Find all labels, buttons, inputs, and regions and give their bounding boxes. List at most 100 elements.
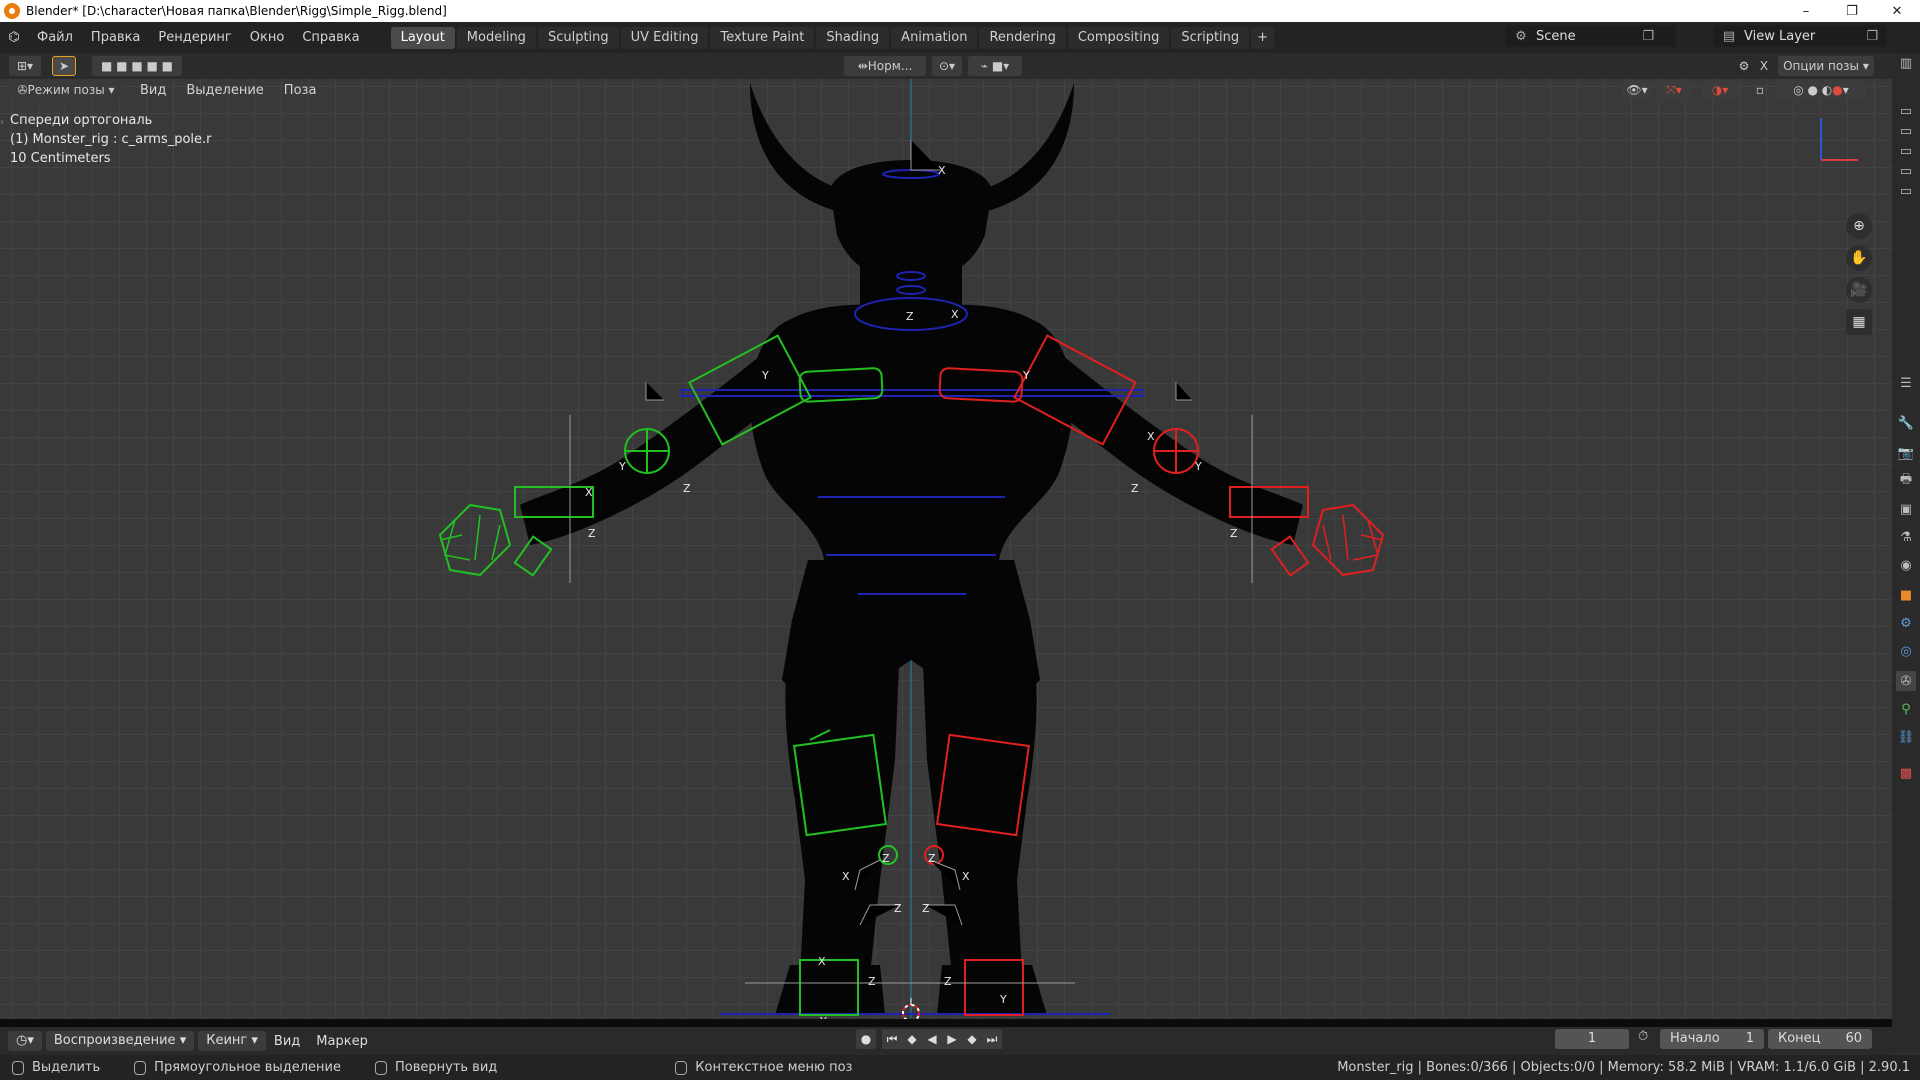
svg-text:X: X bbox=[842, 870, 850, 883]
menu-pose[interactable]: Поза bbox=[274, 83, 327, 98]
toolbar-expand-icon[interactable]: › bbox=[0, 117, 4, 128]
outliner-row-icon[interactable]: ▭ bbox=[1896, 181, 1916, 201]
outliner-row-icon[interactable]: ▭ bbox=[1896, 121, 1916, 141]
x-mirror-toggle[interactable]: X bbox=[1756, 56, 1772, 76]
physics-properties-icon[interactable]: ◎ bbox=[1896, 641, 1916, 661]
current-frame-field[interactable]: 1 bbox=[1555, 1029, 1629, 1049]
outliner-row-icon[interactable]: ▭ bbox=[1896, 161, 1916, 181]
timeline-menu-view[interactable]: Вид bbox=[266, 1034, 308, 1049]
end-frame-field[interactable]: Конец 60 bbox=[1768, 1029, 1872, 1049]
blender-menu-icon[interactable]: ⌬ bbox=[0, 22, 28, 53]
tab-uv-editing[interactable]: UV Editing bbox=[620, 26, 709, 49]
orientation-icon: ⇹ bbox=[857, 59, 868, 73]
visibility-dropdown[interactable]: 👁▾ bbox=[1622, 80, 1652, 100]
svg-text:X: X bbox=[585, 486, 593, 499]
armature-data-icon[interactable]: ✇ bbox=[1896, 671, 1916, 691]
preview-range-icon[interactable]: ⏱ bbox=[1638, 1029, 1648, 1044]
bone-properties-icon[interactable]: ⚲ bbox=[1896, 699, 1916, 719]
tab-compositing[interactable]: Compositing bbox=[1067, 26, 1170, 49]
svg-text:Z: Z bbox=[868, 975, 876, 988]
mode-dropdown[interactable]: ✇ Режим позы ▾ bbox=[9, 80, 123, 100]
view-layer-properties-icon[interactable]: ▣ bbox=[1896, 499, 1916, 519]
prev-keyframe-icon[interactable]: ◆ bbox=[902, 1029, 922, 1049]
jump-start-icon[interactable]: ⏮ bbox=[882, 1029, 902, 1049]
outliner-row-icon[interactable]: ▭ bbox=[1896, 141, 1916, 161]
view-layer-selector[interactable]: ▤ View Layer ❐ bbox=[1714, 25, 1886, 47]
camera-view-icon[interactable]: 🎥 bbox=[1846, 277, 1872, 303]
status-rotate: Повернуть вид bbox=[363, 1060, 497, 1075]
tab-scripting[interactable]: Scripting bbox=[1171, 26, 1250, 49]
menu-file[interactable]: Файл bbox=[28, 22, 82, 53]
next-keyframe-icon[interactable]: ◆ bbox=[962, 1029, 982, 1049]
selection-mode-buttons[interactable]: ■ ■ ■ ■ ■ bbox=[92, 56, 182, 76]
world-properties-icon[interactable]: ◉ bbox=[1896, 555, 1916, 575]
active-object-label: (1) Monster_rig : c_arms_pole.r bbox=[10, 132, 212, 147]
new-scene-icon[interactable]: ❐ bbox=[1642, 29, 1654, 44]
window-title: Blender* [D:\character\Новая папка\Blend… bbox=[26, 4, 447, 18]
svg-text:Y: Y bbox=[999, 993, 1007, 1006]
playback-dropdown[interactable]: Воспроизведение ▾ bbox=[45, 1031, 195, 1051]
svg-text:X: X bbox=[1147, 430, 1155, 443]
close-button[interactable]: ✕ bbox=[1874, 0, 1920, 22]
status-box-select: Прямоугольное выделение bbox=[122, 1060, 341, 1075]
timeline-editor-type[interactable]: ◷▾ bbox=[8, 1031, 42, 1051]
gizmo-toggle[interactable]: ⤧▾ bbox=[1656, 80, 1692, 100]
scene-properties-icon[interactable]: ⚗ bbox=[1896, 527, 1916, 547]
3d-viewport[interactable]: X Z X Y Y Y Z Y Z X X Z Z Z Z X X Z Z Z … bbox=[0, 53, 1892, 1019]
add-workspace-button[interactable]: + bbox=[1251, 26, 1275, 49]
tab-sculpting[interactable]: Sculpting bbox=[537, 26, 619, 49]
snap-toggle-buttons[interactable]: ⌁ ■▾ bbox=[968, 56, 1022, 76]
timeline-menu-marker[interactable]: Маркер bbox=[308, 1034, 376, 1049]
menu-window[interactable]: Окно bbox=[241, 22, 294, 53]
start-frame-field[interactable]: Начало 1 bbox=[1660, 1029, 1764, 1049]
pose-options-icon[interactable]: ⚙ bbox=[1736, 56, 1752, 76]
tab-rendering[interactable]: Rendering bbox=[979, 26, 1066, 49]
tab-layout[interactable]: Layout bbox=[390, 26, 455, 49]
tab-modeling[interactable]: Modeling bbox=[456, 26, 536, 49]
select-tool-icon[interactable]: ➤ bbox=[52, 56, 76, 76]
record-button[interactable]: ● bbox=[856, 1029, 876, 1049]
properties-menu-icon[interactable]: ☰ bbox=[1896, 373, 1916, 393]
editor-type-button[interactable]: ⊞▾ bbox=[9, 56, 41, 76]
transform-orientation-dropdown[interactable]: ⇹ Норм... bbox=[844, 56, 926, 76]
zoom-icon[interactable]: ⊕ bbox=[1846, 213, 1872, 239]
mouse-left-icon bbox=[12, 1060, 24, 1075]
overlay-toggle[interactable]: ◑▾ bbox=[1702, 80, 1738, 100]
blender-logo-icon bbox=[4, 3, 20, 19]
xray-toggle[interactable]: ▫ bbox=[1752, 80, 1768, 100]
new-view-layer-icon[interactable]: ❐ bbox=[1866, 29, 1878, 44]
play-icon[interactable]: ▶ bbox=[942, 1029, 962, 1049]
output-properties-icon[interactable]: 🖶 bbox=[1896, 471, 1916, 491]
svg-text:Z: Z bbox=[894, 902, 902, 915]
render-properties-icon[interactable]: 📷 bbox=[1896, 443, 1916, 463]
menu-edit[interactable]: Правка bbox=[82, 22, 149, 53]
tab-animation[interactable]: Animation bbox=[891, 26, 978, 49]
ortho-grid-icon[interactable]: ▦ bbox=[1846, 309, 1872, 335]
tool-properties-icon[interactable]: 🔧 bbox=[1896, 413, 1916, 433]
svg-text:Y: Y bbox=[1194, 460, 1202, 473]
jump-end-icon[interactable]: ⏭ bbox=[982, 1029, 1002, 1049]
pose-options-dropdown[interactable]: Опции позы ▾ bbox=[1778, 56, 1874, 76]
scene-selector[interactable]: ⚙ Scene ❐ bbox=[1506, 25, 1676, 47]
modifier-properties-icon[interactable]: ⚙ bbox=[1896, 613, 1916, 633]
menu-view[interactable]: Вид bbox=[130, 83, 176, 98]
properties-editor-icon[interactable]: ▥ bbox=[1896, 53, 1916, 73]
play-reverse-icon[interactable]: ◀ bbox=[922, 1029, 942, 1049]
menu-select[interactable]: Выделение bbox=[176, 83, 273, 98]
bone-constraints-icon[interactable]: ⛓ bbox=[1896, 727, 1916, 747]
pivot-point-dropdown[interactable]: ⊙▾ bbox=[932, 56, 962, 76]
minimize-button[interactable]: – bbox=[1783, 0, 1829, 22]
outliner-row-icon[interactable]: ▭ bbox=[1896, 101, 1916, 121]
maximize-button[interactable]: ❐ bbox=[1829, 0, 1875, 22]
tab-texture-paint[interactable]: Texture Paint bbox=[710, 26, 815, 49]
pan-hand-icon[interactable]: ✋ bbox=[1846, 245, 1872, 271]
mouse-middle-icon bbox=[374, 1060, 387, 1075]
axis-gizmo bbox=[1820, 118, 1858, 161]
shading-mode-buttons[interactable]: ◎ ● ◐ ● ▾ bbox=[1776, 80, 1866, 100]
tab-shading[interactable]: Shading bbox=[816, 26, 890, 49]
object-properties-icon[interactable]: ■ bbox=[1896, 585, 1916, 605]
menu-help[interactable]: Справка bbox=[293, 22, 368, 53]
menu-render[interactable]: Рендеринг bbox=[149, 22, 240, 53]
texture-properties-icon[interactable]: ▩ bbox=[1896, 763, 1916, 783]
keying-dropdown[interactable]: Кеинг ▾ bbox=[198, 1031, 266, 1051]
